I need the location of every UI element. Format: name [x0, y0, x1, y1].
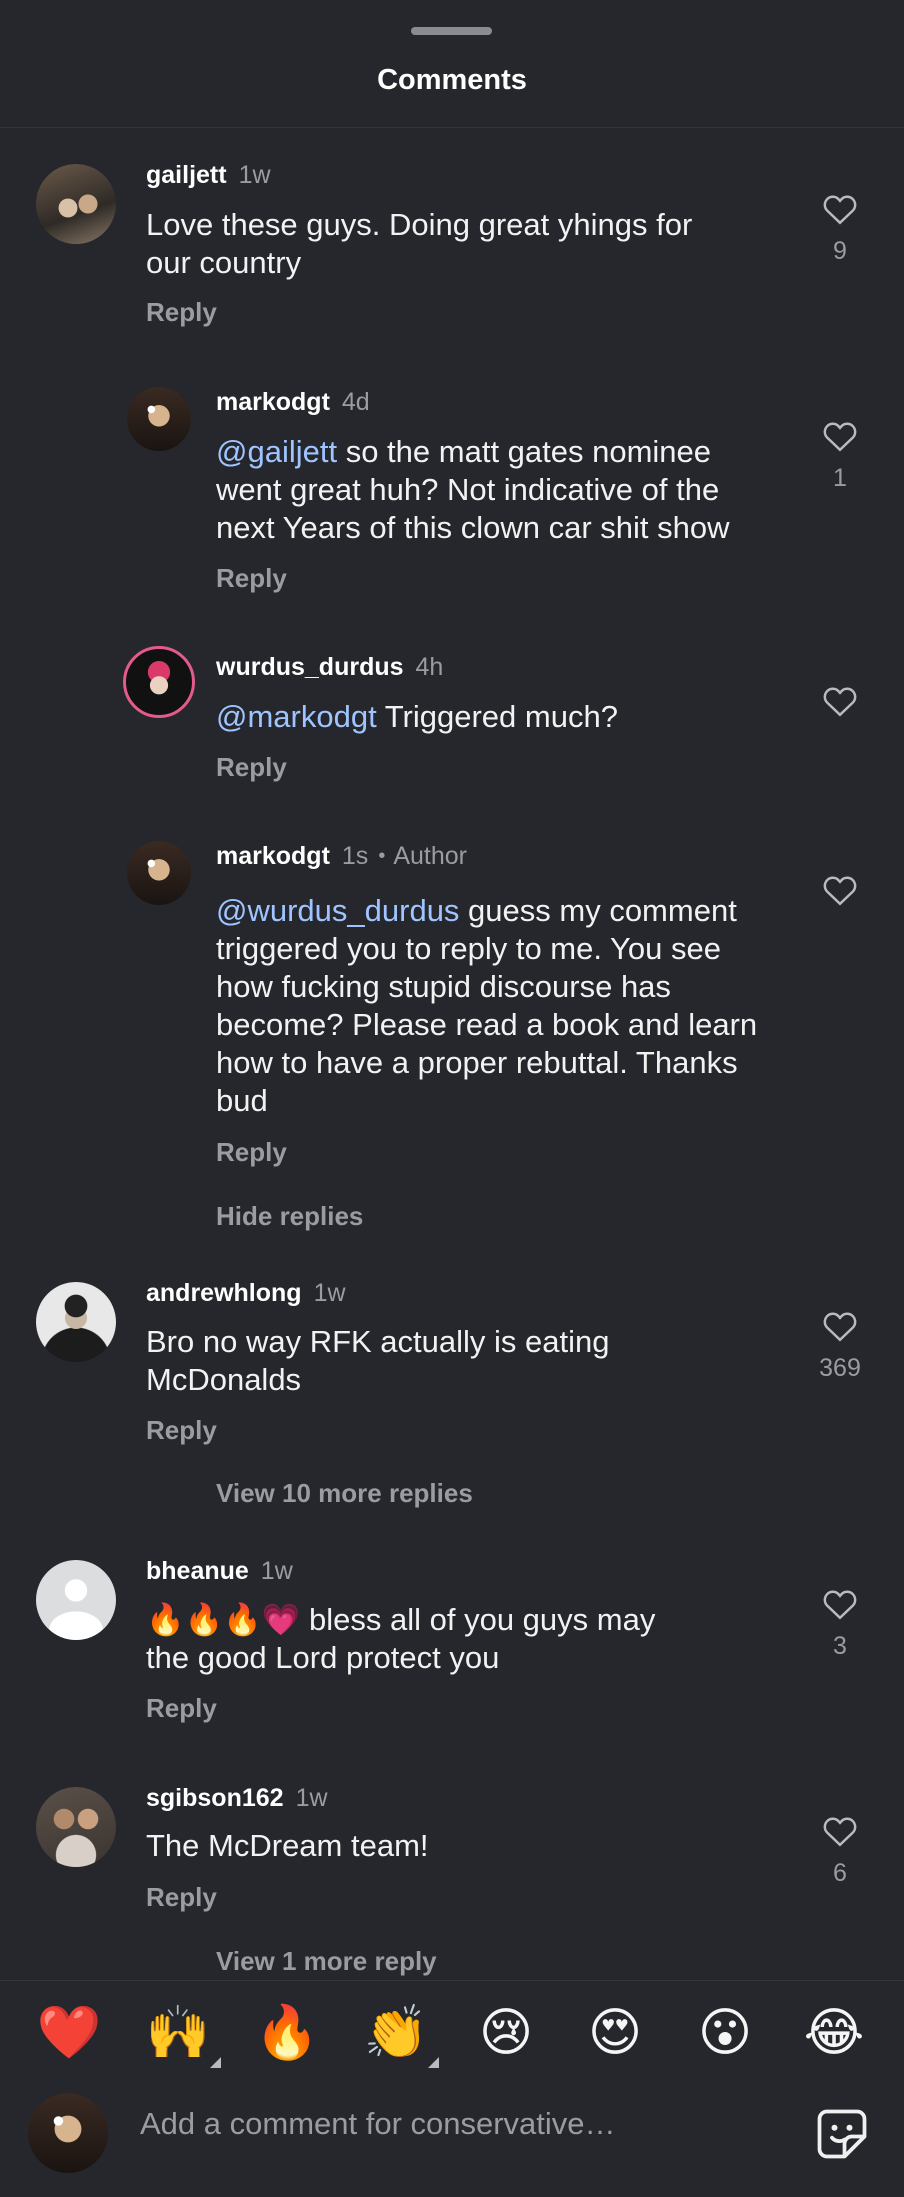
- comment-text: Love these guys. Doing great yhings for …: [146, 206, 706, 282]
- reaction-raised-hands[interactable]: 🙌: [145, 2000, 221, 2068]
- username[interactable]: wurdus_durdus: [216, 653, 404, 681]
- mention-link[interactable]: @markodgt: [216, 699, 377, 734]
- comment-meta: gailjett 1w: [146, 161, 271, 190]
- comment-meta: wurdus_durdus 4h: [216, 653, 443, 682]
- username[interactable]: gailjett: [146, 161, 227, 189]
- sticker-icon: [817, 2109, 867, 2159]
- comment-text: @gailjett so the matt gates nominee went…: [216, 433, 776, 547]
- like-button[interactable]: 3: [810, 1588, 870, 1661]
- view-more-replies-link[interactable]: View 1 more reply: [216, 1946, 437, 1977]
- timestamp: 1w: [313, 1279, 346, 1307]
- heart-outline-icon: [823, 876, 857, 906]
- avatar[interactable]: [36, 1560, 116, 1640]
- comment-body: Bro no way RFK actually is eating McDona…: [146, 1324, 610, 1397]
- reaction-clap-glyph: 👏: [363, 2004, 429, 2062]
- like-count: 369: [819, 1354, 861, 1382]
- reaction-bar: [0, 1980, 904, 2070]
- reaction-surprised[interactable]: 😮: [692, 2000, 758, 2066]
- comment-text: @markodgt Triggered much?: [216, 698, 776, 736]
- comment-body: The McDream team!: [146, 1828, 429, 1863]
- comments-sheet: Comments gailjett 1w Love these guys. Doi…: [0, 0, 904, 2197]
- comment-text: 🔥🔥🔥💗 bless all of you guys may the good …: [146, 1601, 706, 1677]
- reaction-raised-hands-glyph: 🙌: [145, 2004, 211, 2062]
- comment-meta: sgibson162 1w: [146, 1784, 328, 1813]
- reply-button[interactable]: Reply: [146, 1882, 217, 1913]
- timestamp: 4h: [415, 653, 444, 681]
- variant-indicator: [210, 2057, 221, 2068]
- timestamp: 4d: [341, 388, 370, 416]
- username[interactable]: sgibson162: [146, 1784, 284, 1812]
- avatar[interactable]: [127, 841, 191, 905]
- reply-button[interactable]: Reply: [216, 1137, 287, 1168]
- comment-text: @wurdus_durdus guess my comment triggere…: [216, 892, 776, 1120]
- comment-meta: bheanue 1w: [146, 1557, 293, 1586]
- like-button[interactable]: 1: [810, 420, 870, 493]
- author-badge: Author: [393, 842, 467, 870]
- like-count: 3: [833, 1632, 847, 1660]
- reply-button[interactable]: Reply: [216, 752, 287, 783]
- reaction-fire[interactable]: 🔥: [254, 2000, 320, 2066]
- comment-body: Love these guys. Doing great yhings for …: [146, 207, 693, 280]
- like-button[interactable]: 369: [810, 1310, 870, 1383]
- timestamp: 1w: [238, 161, 271, 189]
- comment-input[interactable]: Add a comment for conservative…: [140, 2106, 616, 2142]
- reaction-laughing[interactable]: 😂: [801, 2000, 867, 2066]
- like-button[interactable]: [810, 874, 870, 906]
- reaction-crying[interactable]: 😢: [473, 2000, 539, 2066]
- like-button[interactable]: [810, 685, 870, 717]
- hide-replies-link[interactable]: Hide replies: [216, 1201, 363, 1232]
- heart-outline-icon: [823, 1590, 857, 1620]
- timestamp: 1w: [260, 1557, 293, 1585]
- username[interactable]: andrewhlong: [146, 1279, 302, 1307]
- heart-outline-icon: [823, 687, 857, 717]
- comment-meta: andrewhlong 1w: [146, 1279, 346, 1308]
- comment-text: The McDream team!: [146, 1827, 706, 1865]
- reaction-clap[interactable]: 👏: [363, 2000, 439, 2068]
- heart-outline-icon: [823, 422, 857, 452]
- variant-indicator: [428, 2057, 439, 2068]
- header-divider: [0, 127, 904, 128]
- reaction-heart[interactable]: ❤️: [36, 2000, 102, 2066]
- avatar[interactable]: [36, 164, 116, 244]
- username[interactable]: markodgt: [216, 842, 330, 870]
- reply-button[interactable]: Reply: [146, 1693, 217, 1724]
- timestamp: 1s: [341, 842, 369, 870]
- reply-button[interactable]: Reply: [146, 1415, 217, 1446]
- avatar[interactable]: [123, 646, 195, 718]
- comment-text: Bro no way RFK actually is eating McDona…: [146, 1323, 706, 1399]
- reply-button[interactable]: Reply: [216, 563, 287, 594]
- current-user-avatar: [28, 2093, 108, 2173]
- heart-outline-icon: [823, 1312, 857, 1342]
- timestamp: 1w: [295, 1784, 328, 1812]
- view-more-replies-link[interactable]: View 10 more replies: [216, 1478, 473, 1509]
- avatar[interactable]: [127, 387, 191, 451]
- reaction-heart-eyes[interactable]: 😍: [582, 2000, 648, 2066]
- mention-link[interactable]: @gailjett: [216, 434, 337, 469]
- page-title: Comments: [377, 64, 527, 96]
- comment-body: Triggered much?: [376, 699, 618, 734]
- avatar[interactable]: [36, 1787, 116, 1867]
- comment-body: 🔥🔥🔥💗 bless all of you guys may the good …: [146, 1602, 656, 1675]
- heart-outline-icon: [823, 1817, 857, 1847]
- username[interactable]: markodgt: [216, 388, 330, 416]
- avatar[interactable]: [36, 1282, 116, 1362]
- username[interactable]: bheanue: [146, 1557, 249, 1585]
- mention-link[interactable]: @wurdus_durdus: [216, 893, 459, 928]
- like-count: 9: [833, 237, 847, 265]
- like-button[interactable]: 9: [810, 193, 870, 266]
- reply-button[interactable]: Reply: [146, 297, 217, 328]
- like-count: 6: [833, 1859, 847, 1887]
- comment-meta: markodgt 1s • Author: [216, 842, 467, 871]
- like-button[interactable]: 6: [810, 1815, 870, 1888]
- drag-handle[interactable]: [411, 27, 492, 35]
- heart-outline-icon: [823, 195, 857, 225]
- comment-meta: markodgt 4d: [216, 388, 370, 417]
- like-count: 1: [833, 464, 847, 492]
- sticker-button[interactable]: [812, 2104, 872, 2164]
- separator-dot: •: [378, 845, 386, 867]
